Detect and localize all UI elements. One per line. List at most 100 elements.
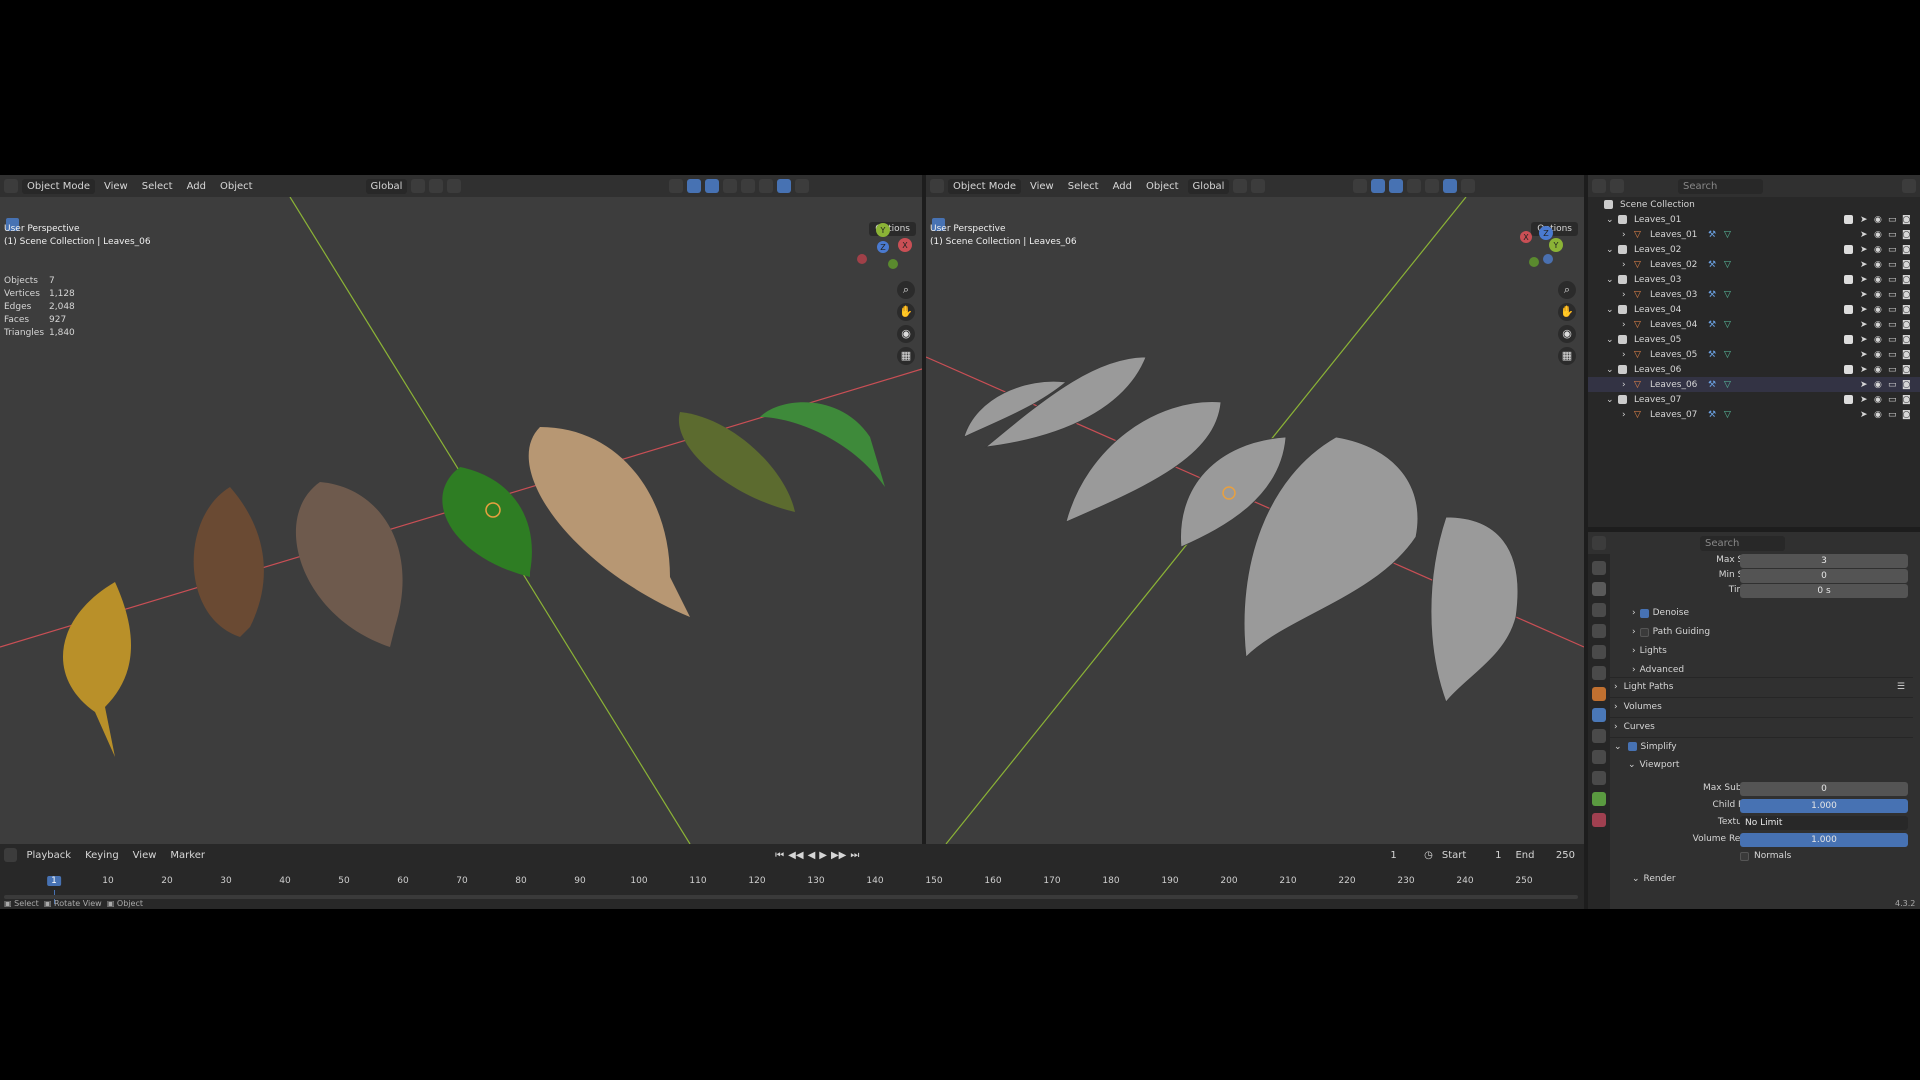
camera-icon[interactable]: ◉ — [897, 325, 915, 343]
exclude-checkbox[interactable] — [1844, 395, 1853, 404]
expand-arrow-icon[interactable]: ⌄ — [1606, 395, 1614, 405]
pivot-icon[interactable] — [411, 179, 426, 193]
max-samples-field[interactable]: 3 — [1740, 554, 1908, 568]
material-shading-icon[interactable] — [1461, 179, 1476, 193]
data-tab-icon[interactable] — [1592, 792, 1606, 806]
solid-shading-icon[interactable] — [1443, 179, 1458, 193]
advanced-panel[interactable]: › Advanced — [1632, 665, 1684, 675]
modifier-wrench-icon[interactable]: ⚒ — [1708, 290, 1716, 300]
normals-checkbox[interactable] — [1740, 851, 1749, 861]
menu-keying[interactable]: Keying — [80, 849, 124, 862]
menu-add[interactable]: Add — [1108, 180, 1137, 193]
viewport-subpanel[interactable]: ⌄ Viewport — [1628, 760, 1679, 770]
light-paths-panel[interactable]: › Light Paths ☰ — [1608, 677, 1913, 695]
output-tab-icon[interactable] — [1592, 603, 1606, 617]
outliner-collection-row[interactable]: ⌄ Leaves_05 ➤ ◉ ▭ ◙ — [1588, 332, 1920, 347]
eye-icon[interactable]: ◉ — [1874, 245, 1882, 255]
eye-icon[interactable]: ◉ — [1874, 320, 1882, 330]
eye-icon[interactable]: ◉ — [1874, 290, 1882, 300]
orientation-dropdown[interactable]: Global — [1187, 178, 1230, 194]
normals-row[interactable]: Normals — [1740, 851, 1791, 861]
monitor-icon[interactable]: ▭ — [1888, 230, 1897, 240]
exclude-checkbox[interactable] — [1844, 335, 1853, 344]
expand-arrow-icon[interactable]: ⌄ — [1606, 245, 1614, 255]
monitor-icon[interactable]: ▭ — [1888, 335, 1897, 345]
camera-render-icon[interactable]: ◙ — [1902, 380, 1911, 390]
material-tab-icon[interactable] — [1592, 813, 1606, 827]
select-arrow-icon[interactable]: ➤ — [1860, 395, 1868, 405]
exclude-checkbox[interactable] — [1844, 215, 1853, 224]
outliner-object-row[interactable]: › ▽ Leaves_07 ⚒ ▽ ➤ ◉ ▭ ◙ — [1588, 407, 1920, 422]
zoom-icon[interactable]: ⌕ — [1558, 281, 1576, 299]
monitor-icon[interactable]: ▭ — [1888, 215, 1897, 225]
volume-resolution-field[interactable]: 1.000 — [1740, 833, 1908, 847]
menu-select[interactable]: Select — [1063, 180, 1104, 193]
outliner-object-row[interactable]: › ▽ Leaves_03 ⚒ ▽ ➤ ◉ ▭ ◙ — [1588, 287, 1920, 302]
menu-add[interactable]: Add — [182, 180, 211, 193]
camera-render-icon[interactable]: ◙ — [1902, 320, 1911, 330]
options-button[interactable]: Options — [869, 222, 916, 236]
eye-icon[interactable]: ◉ — [1874, 275, 1882, 285]
mesh-data-icon[interactable]: ▽ — [1724, 350, 1731, 360]
lights-panel[interactable]: › Lights — [1632, 646, 1667, 656]
outliner-object-row[interactable]: › ▽ Leaves_02 ⚒ ▽ ➤ ◉ ▭ ◙ — [1588, 257, 1920, 272]
menu-view[interactable]: View — [1025, 180, 1059, 193]
expand-arrow-icon[interactable]: › — [1622, 320, 1626, 330]
overlay-toggle-icon[interactable] — [705, 179, 720, 193]
exclude-checkbox[interactable] — [1844, 365, 1853, 374]
expand-arrow-icon[interactable]: ⌄ — [1606, 365, 1614, 375]
constraints-tab-icon[interactable] — [1592, 771, 1606, 785]
max-subdivision-field[interactable]: 0 — [1740, 782, 1908, 796]
editor-type-icon[interactable] — [4, 848, 18, 862]
expand-arrow-icon[interactable]: ⌄ — [1606, 275, 1614, 285]
outliner-collection-row[interactable]: ⌄ Leaves_07 ➤ ◉ ▭ ◙ — [1588, 392, 1920, 407]
camera-render-icon[interactable]: ◙ — [1902, 365, 1911, 375]
camera-render-icon[interactable]: ◙ — [1902, 335, 1911, 345]
scene-collection-row[interactable]: Scene Collection — [1588, 197, 1920, 212]
wireframe-shading-icon[interactable] — [741, 179, 756, 193]
editor-type-icon[interactable] — [4, 179, 18, 193]
xray-icon[interactable] — [1407, 179, 1422, 193]
expand-arrow-icon[interactable]: ⌄ — [1606, 335, 1614, 345]
mesh-data-icon[interactable]: ▽ — [1724, 230, 1731, 240]
modifier-wrench-icon[interactable]: ⚒ — [1708, 380, 1716, 390]
current-frame-field[interactable]: 1 — [1366, 847, 1421, 863]
expand-arrow-icon[interactable]: › — [1622, 380, 1626, 390]
physics-tab-icon[interactable] — [1592, 750, 1606, 764]
eye-icon[interactable]: ◉ — [1874, 380, 1882, 390]
prev-key-icon[interactable]: ◀◀ — [788, 850, 803, 861]
outliner-search[interactable]: Search — [1678, 178, 1763, 194]
proportional-icon[interactable] — [447, 179, 462, 193]
monitor-icon[interactable]: ▭ — [1888, 395, 1897, 405]
snap-icon[interactable] — [429, 179, 444, 193]
select-arrow-icon[interactable]: ➤ — [1860, 230, 1868, 240]
display-mode-icon[interactable] — [1610, 179, 1624, 193]
expand-arrow-icon[interactable]: › — [1622, 260, 1626, 270]
eye-icon[interactable]: ◉ — [1874, 410, 1882, 420]
gizmo-toggle-icon[interactable] — [687, 179, 702, 193]
modifier-wrench-icon[interactable]: ⚒ — [1708, 260, 1716, 270]
exclude-checkbox[interactable] — [1844, 245, 1853, 254]
overlay-toggle-icon[interactable] — [1389, 179, 1404, 193]
menu-select[interactable]: Select — [137, 180, 178, 193]
render-subpanel[interactable]: ⌄ Render — [1632, 874, 1676, 884]
monitor-icon[interactable]: ▭ — [1888, 260, 1897, 270]
eye-icon[interactable]: ◉ — [1874, 395, 1882, 405]
material-shading-icon[interactable] — [777, 179, 792, 193]
eye-icon[interactable]: ◉ — [1874, 260, 1882, 270]
mesh-data-icon[interactable]: ▽ — [1724, 260, 1731, 270]
menu-view[interactable]: View — [128, 849, 162, 862]
eye-icon[interactable]: ◉ — [1874, 230, 1882, 240]
play-icon[interactable]: ▶ — [819, 850, 827, 861]
modifier-wrench-icon[interactable]: ⚒ — [1708, 230, 1716, 240]
editor-type-icon[interactable] — [930, 179, 944, 193]
eye-icon[interactable]: ◉ — [1874, 305, 1882, 315]
gizmo-toggle-icon[interactable] — [1371, 179, 1386, 193]
properties-search[interactable]: Search — [1700, 535, 1785, 551]
monitor-icon[interactable]: ▭ — [1888, 290, 1897, 300]
menu-view[interactable]: View — [99, 180, 133, 193]
jump-end-icon[interactable]: ⏭ — [850, 850, 859, 861]
menu-object[interactable]: Object — [1141, 180, 1184, 193]
select-arrow-icon[interactable]: ➤ — [1860, 410, 1868, 420]
monitor-icon[interactable]: ▭ — [1888, 320, 1897, 330]
